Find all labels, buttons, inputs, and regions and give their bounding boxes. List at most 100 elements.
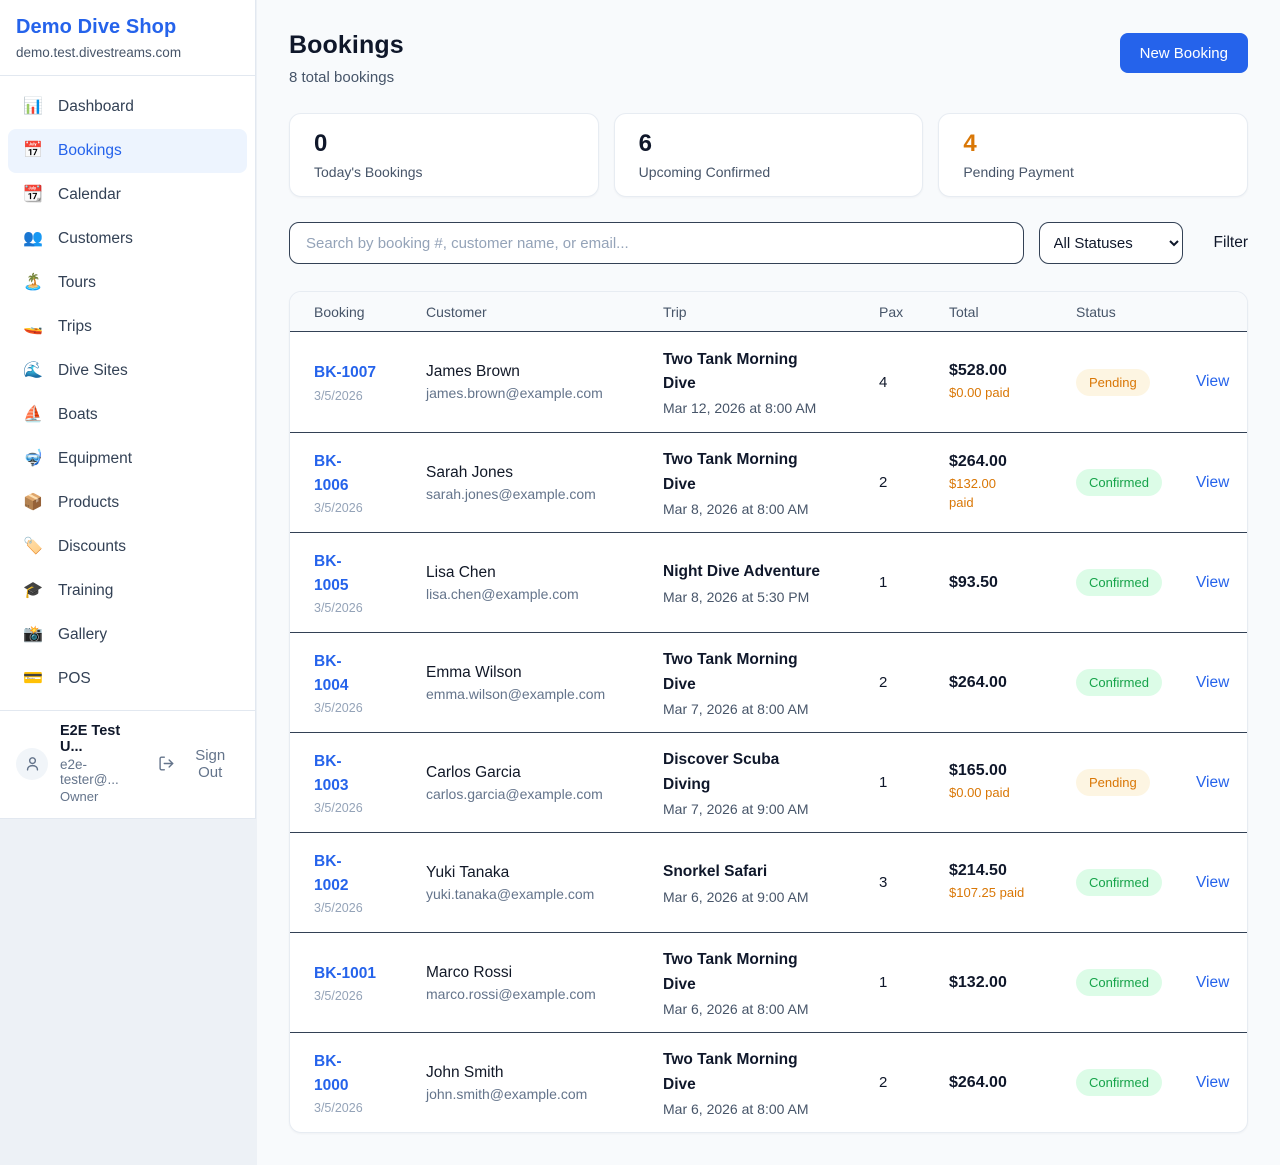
view-link[interactable]: View [1196,874,1229,891]
booking-date: 3/5/2026 [314,389,426,403]
column-header-total: Total [949,304,1076,320]
total-amount: $165.00 [949,762,1076,780]
main-content: Bookings 8 total bookings New Booking 0 … [257,0,1280,1165]
pax-value: 4 [879,374,949,391]
user-role: Owner [60,789,146,804]
booking-id-link[interactable]: BK- 1000 [314,1050,426,1098]
trip-date: Mar 6, 2026 at 8:00 AM [663,1101,879,1117]
column-header-customer: Customer [426,304,663,320]
stat-card-upcoming-confirmed: 6 Upcoming Confirmed [614,113,924,197]
bookings-table: BookingCustomerTripPaxTotalStatus BK-100… [289,291,1248,1133]
stat-value: 0 [314,130,574,158]
column-header-trip: Trip [663,304,879,320]
booking-id-link[interactable]: BK- 1004 [314,650,426,698]
table-row: BK-1001 3/5/2026 Marco Rossi marco.rossi… [290,932,1247,1032]
status-badge: Confirmed [1076,969,1162,996]
column-header-status: Status [1076,304,1196,320]
table-row: BK- 1002 3/5/2026 Yuki Tanaka yuki.tanak… [290,832,1247,932]
booking-date: 3/5/2026 [314,701,426,715]
booking-id-link[interactable]: BK-1001 [314,962,426,986]
booking-id-link[interactable]: BK- 1006 [314,450,426,498]
booking-date: 3/5/2026 [314,1101,426,1115]
sidebar-item-dashboard[interactable]: 📊 Dashboard [8,85,247,129]
customer-email: john.smith@example.com [426,1086,663,1102]
booking-date: 3/5/2026 [314,601,426,615]
sidebar-item-dive-sites[interactable]: 🌊 Dive Sites [8,349,247,393]
trip-date: Mar 8, 2026 at 8:00 AM [663,501,879,517]
sign-out-button[interactable]: Sign Out [158,747,239,781]
page-header: Bookings 8 total bookings New Booking [289,31,1248,86]
booking-id-link[interactable]: BK- 1002 [314,850,426,898]
view-link[interactable]: View [1196,1074,1229,1091]
table-row: BK- 1003 3/5/2026 Carlos Garcia carlos.g… [290,732,1247,832]
pax-value: 2 [879,474,949,491]
sidebar-item-customers[interactable]: 👥 Customers [8,217,247,261]
pax-value: 2 [879,1074,949,1091]
sidebar-item-pos[interactable]: 💳 POS [8,657,247,701]
sidebar-item-equipment[interactable]: 🤿 Equipment [8,437,247,481]
customer-name: Yuki Tanaka [426,864,663,882]
user-info: E2E Test U... e2e-tester@... Owner [60,723,146,804]
total-amount: $264.00 [949,1074,1076,1092]
brand-domain: demo.test.divestreams.com [16,45,239,60]
customer-name: Lisa Chen [426,564,663,582]
sidebar-item-bookings[interactable]: 📅 Bookings [8,129,247,173]
trip-name: Two Tank Morning Dive [663,348,879,396]
table-body: BK-1007 3/5/2026 James Brown james.brown… [290,332,1247,1132]
customer-name: John Smith [426,1064,663,1082]
stat-value: 4 [963,130,1223,158]
stats-row: 0 Today's Bookings 6 Upcoming Confirmed … [289,113,1248,197]
search-input[interactable] [289,222,1024,264]
sidebar-item-products[interactable]: 📦 Products [8,481,247,525]
table-row: BK- 1005 3/5/2026 Lisa Chen lisa.chen@ex… [290,532,1247,632]
sidebar-item-boats[interactable]: ⛵ Boats [8,393,247,437]
dive-sites-icon: 🌊 [23,363,43,379]
trip-date: Mar 6, 2026 at 9:00 AM [663,889,879,905]
total-amount: $93.50 [949,574,1076,592]
status-filter-select[interactable]: All Statuses [1039,222,1183,264]
sidebar-item-tours[interactable]: 🏝️ Tours [8,261,247,305]
products-icon: 📦 [23,495,43,511]
total-paid: $132.00 paid [949,475,1076,513]
customer-email: lisa.chen@example.com [426,586,663,602]
user-email: e2e-tester@... [60,757,146,787]
sidebar-item-discounts[interactable]: 🏷️ Discounts [8,525,247,569]
page-title: Bookings [289,31,404,60]
sidebar-item-trips[interactable]: 🚤 Trips [8,305,247,349]
sidebar-item-gallery[interactable]: 📸 Gallery [8,613,247,657]
booking-date: 3/5/2026 [314,801,426,815]
customer-name: Sarah Jones [426,464,663,482]
view-link[interactable]: View [1196,373,1229,390]
filter-row: All Statuses Filter [289,222,1248,264]
trips-icon: 🚤 [23,319,43,335]
equipment-icon: 🤿 [23,451,43,467]
table-row: BK-1007 3/5/2026 James Brown james.brown… [290,332,1247,432]
customer-email: james.brown@example.com [426,385,663,401]
booking-id-link[interactable]: BK- 1003 [314,750,426,798]
booking-id-link[interactable]: BK-1007 [314,361,426,385]
view-link[interactable]: View [1196,974,1229,991]
sidebar-item-calendar[interactable]: 📆 Calendar [8,173,247,217]
booking-id-link[interactable]: BK- 1005 [314,550,426,598]
customer-email: carlos.garcia@example.com [426,786,663,802]
total-paid: $107.25 paid [949,884,1076,903]
view-link[interactable]: View [1196,474,1229,491]
filter-button[interactable]: Filter [1214,234,1248,252]
view-link[interactable]: View [1196,774,1229,791]
calendar-icon: 📆 [23,187,43,203]
user-icon [24,755,41,772]
status-badge: Confirmed [1076,869,1162,896]
dashboard-icon: 📊 [23,99,43,115]
view-link[interactable]: View [1196,574,1229,591]
view-link[interactable]: View [1196,674,1229,691]
total-paid: $0.00 paid [949,384,1076,403]
total-amount: $528.00 [949,362,1076,380]
pax-value: 1 [879,574,949,591]
total-amount: $264.00 [949,453,1076,471]
new-booking-button[interactable]: New Booking [1120,33,1248,73]
trip-name: Two Tank Morning Dive [663,648,879,696]
status-badge: Confirmed [1076,1069,1162,1096]
sidebar-item-training[interactable]: 🎓 Training [8,569,247,613]
booking-date: 3/5/2026 [314,501,426,515]
stat-label: Pending Payment [963,164,1223,180]
